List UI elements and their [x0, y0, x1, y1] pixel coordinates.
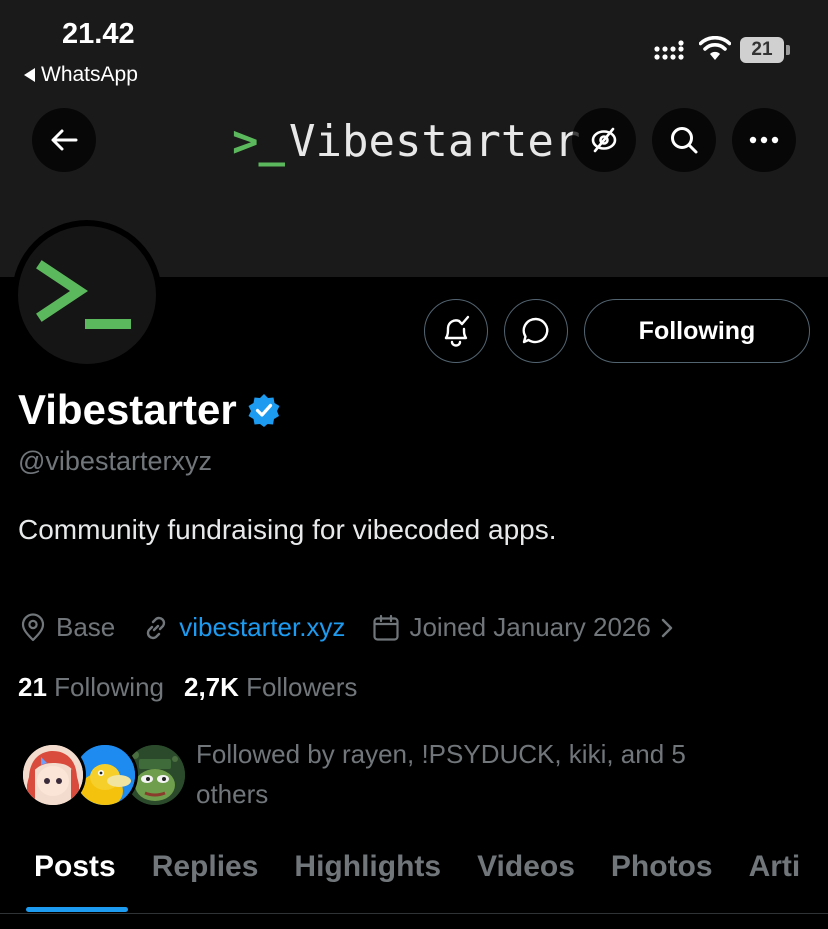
following-button[interactable]: Following [584, 299, 810, 363]
search-icon [671, 127, 698, 154]
following-count-link[interactable]: 21 Following [18, 672, 164, 703]
tab-replies[interactable]: Replies [134, 838, 277, 916]
tab-highlights[interactable]: Highlights [276, 838, 459, 916]
profile-page: 21.42 WhatsApp 21 >_ Vibestarter Followi… [0, 0, 828, 929]
status-back-to-app[interactable]: WhatsApp [24, 63, 138, 87]
anime-avatar-icon [23, 745, 83, 805]
calendar-icon [373, 614, 400, 641]
tab-videos[interactable]: Videos [459, 838, 593, 916]
follow-counts: 21 Following 2,7K Followers [18, 672, 357, 703]
back-button[interactable] [32, 108, 96, 172]
followers-count-label: Followers [246, 672, 358, 702]
battery-indicator: 21 [740, 37, 790, 63]
bell-check-icon [444, 315, 470, 347]
back-triangle-icon [24, 68, 35, 82]
active-tab-indicator [26, 907, 128, 912]
tab-posts[interactable]: Posts [0, 838, 134, 916]
website-link[interactable]: vibestarter.xyz [179, 612, 345, 643]
tab-label: Posts [34, 850, 116, 883]
status-time: 21.42 [62, 18, 135, 50]
search-button[interactable] [652, 108, 716, 172]
follower-avatar [20, 742, 86, 808]
display-name-row: Vibestarter [18, 386, 281, 434]
joined-label: Joined January 2026 [409, 612, 651, 642]
status-back-label: WhatsApp [41, 63, 138, 86]
tab-label: Arti [748, 850, 801, 883]
tab-photos[interactable]: Photos [593, 838, 731, 916]
header-title-name: Vibestarter [288, 115, 581, 167]
display-name: Vibestarter [18, 386, 237, 433]
tab-label: Replies [151, 850, 259, 883]
arrow-left-icon [51, 129, 78, 151]
following-count-label: Following [54, 672, 164, 702]
battery-level: 21 [740, 37, 784, 63]
following-count: 21 [18, 672, 47, 702]
profile-bio: Community fundraising for vibecoded apps… [18, 514, 557, 545]
followed-by-row[interactable]: Followed by rayen, !PSYDUCK, kiki, and 5… [18, 739, 818, 814]
avatar[interactable] [12, 220, 162, 370]
profile-website[interactable]: vibestarter.xyz [141, 612, 345, 643]
chevron-right-icon [661, 618, 673, 637]
eye-off-icon [591, 127, 617, 153]
verified-badge-icon[interactable] [247, 393, 281, 427]
profile-meta: Base vibestarter.xyz Joined January 2026 [18, 612, 675, 643]
profile-joined[interactable]: Joined January 2026 [371, 612, 674, 643]
more-button[interactable] [732, 108, 796, 172]
followers-count: 2,7K [183, 672, 239, 702]
hide-button[interactable] [572, 108, 636, 172]
followed-by-text: Followed by rayen, !PSYDUCK, kiki, and 5… [196, 739, 686, 809]
signal-icon [654, 40, 684, 60]
message-button[interactable] [504, 299, 568, 363]
wifi-icon [699, 36, 731, 60]
tab-label: Videos [477, 850, 575, 883]
profile-location: Base [18, 612, 115, 643]
notifications-button[interactable] [424, 299, 488, 363]
message-icon [522, 317, 549, 344]
terminal-logo-icon [36, 260, 131, 329]
profile-handle: @vibestarterxyz [18, 446, 212, 476]
followers-count-link[interactable]: 2,7K Followers [184, 672, 357, 703]
link-icon [147, 616, 166, 639]
battery-tip [786, 45, 790, 55]
header-title: >_ Vibestarter [232, 112, 604, 170]
profile-tabs: Posts Replies Highlights Videos Photos A… [0, 838, 828, 916]
tab-label: Photos [610, 850, 713, 883]
tab-label: Highlights [294, 850, 442, 883]
header-title-prompt: >_ [232, 115, 285, 167]
location-label: Base [56, 612, 116, 642]
tab-articles[interactable]: Arti [731, 838, 819, 916]
location-pin-icon [21, 612, 45, 641]
tabs-divider [0, 913, 828, 914]
more-horizontal-icon [749, 136, 779, 144]
avatar-image [18, 226, 156, 364]
